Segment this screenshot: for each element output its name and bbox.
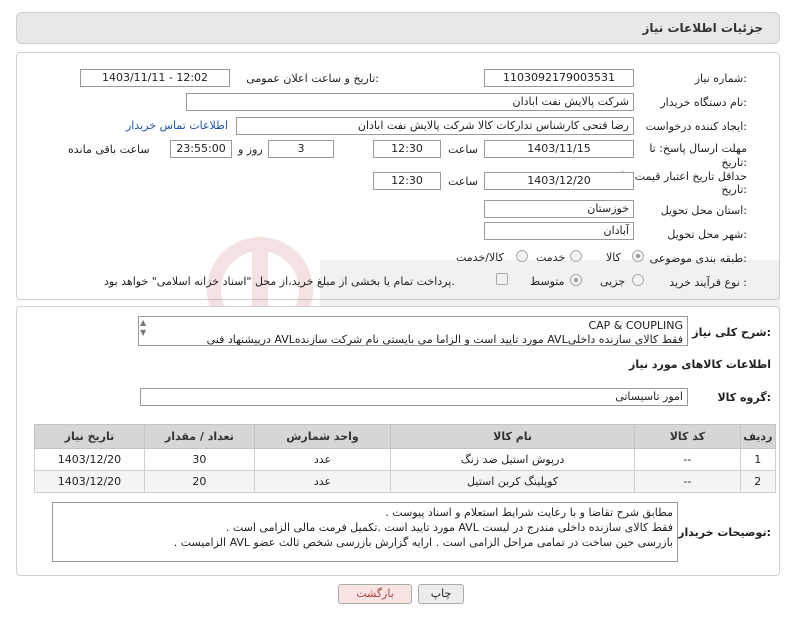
process-medium-radio[interactable] [570, 274, 582, 286]
col-row-header: ردیف [739, 424, 777, 449]
category-service-radio[interactable] [570, 250, 582, 262]
description-textarea[interactable]: CAP & COUPLING فقط کالای سازنده داخلیAVL… [138, 316, 688, 346]
province-label: استان محل تحویل: [660, 204, 747, 217]
category-service-label: خدمت [536, 251, 566, 264]
deadline-time-label: ساعت [448, 143, 478, 156]
category-label: طبقه بندی موضوعی: [649, 252, 747, 265]
days-remaining-field: 3 [268, 140, 334, 158]
buyer-notes-label: توضیحات خریدار: [678, 526, 771, 539]
table-row: 1 -- درپوش استیل ضد زنگ عدد 30 1403/12/2… [34, 448, 777, 471]
notes-line-2: فقط کالای سازنده داخلی مندرج در لیست AVL… [225, 521, 673, 534]
category-goods-label: کالا [606, 251, 621, 264]
table-header-row: ردیف کد کالا نام کالا واحد شمارش تعداد /… [34, 424, 777, 449]
cell-unit: عدد [253, 448, 392, 471]
creator-label: ایجاد کننده درخواست: [645, 120, 747, 133]
description-label: شرح کلی نیاز: [692, 326, 771, 339]
cell-code: -- [634, 448, 741, 471]
city-label: شهر محل تحویل: [667, 228, 747, 241]
category-goods-radio[interactable] [632, 250, 644, 262]
description-line-1: CAP & COUPLING [588, 319, 683, 332]
buyer-field: شرکت پالایش نفت ابادان [186, 93, 634, 111]
page-header: جزئیات اطلاعات نیاز [16, 12, 780, 44]
need-number-label: شماره نیاز: [694, 72, 747, 85]
cell-unit: عدد [253, 470, 392, 493]
table-row: 2 -- کوپلینگ کربن استیل عدد 20 1403/12/2… [34, 470, 777, 493]
back-button[interactable]: بازگشت [338, 584, 412, 604]
description-scroll-icon[interactable]: ▲ ▼ [140, 318, 152, 344]
cell-code: -- [634, 470, 741, 493]
validity-date-field: 1403/12/20 [484, 172, 634, 190]
creator-field: رضا فتحی کارشناس تدارکات کالا شرکت پالای… [236, 117, 634, 135]
remaining-label: ساعت باقی مانده [68, 143, 150, 156]
validity-time-field: 12:30 [373, 172, 441, 190]
col-code-header: کد کالا [634, 424, 741, 449]
buyer-notes-textarea[interactable]: مطابق شرح تقاضا و با رعایت شرایط استعلام… [52, 502, 678, 562]
remaining-time-field: 23:55:00 [170, 140, 232, 158]
notes-line-1: مطابق شرح تقاضا و با رعایت شرایط استعلام… [385, 506, 673, 519]
notes-line-3: بازرسی حین ساخت در تمامی مراحل الزامی اس… [173, 536, 673, 549]
cell-row: 1 [739, 448, 777, 471]
page-title: جزئیات اطلاعات نیاز [642, 21, 763, 35]
city-field: آبادان [484, 222, 634, 240]
buyer-contact-link[interactable]: اطلاعات تماس خریدار [126, 119, 228, 132]
need-number-field: 1103092179003531 [484, 69, 634, 87]
process-label: نوع فرآیند خرید : [669, 276, 747, 289]
col-name-header: نام کالا [390, 424, 636, 449]
cell-date: 1403/12/20 [34, 470, 145, 493]
process-partial-label: جزیی [600, 275, 626, 288]
days-label: روز و [238, 143, 263, 156]
treasury-payment-note: پرداخت تمام یا بخشی از مبلغ خرید،از محل … [104, 275, 455, 288]
col-qty-header: تعداد / مقدار [143, 424, 255, 449]
cell-name: کوپلینگ کربن استیل [390, 470, 636, 493]
category-both-label: کالا/خدمت [456, 251, 504, 264]
cell-qty: 30 [143, 448, 255, 471]
goods-group-field: امور تاسیساتی [140, 388, 688, 406]
cell-date: 1403/12/20 [34, 448, 145, 471]
cell-qty: 20 [143, 470, 255, 493]
cell-row: 2 [739, 470, 777, 493]
goods-table: ردیف کد کالا نام کالا واحد شمارش تعداد /… [34, 424, 777, 493]
validity-label-2: تاریخ: [721, 183, 747, 196]
category-both-radio[interactable] [516, 250, 528, 262]
treasury-payment-checkbox[interactable] [496, 273, 508, 285]
deadline-label-2: تاریخ: [721, 156, 747, 169]
deadline-label: مهلت ارسال پاسخ: تا [649, 142, 747, 155]
deadline-date-field: 1403/11/15 [484, 140, 634, 158]
buyer-label: نام دستگاه خریدار: [660, 96, 747, 109]
announce-field: 1403/11/11 - 12:02 [80, 69, 230, 87]
validity-label: حداقل تاریخ اعتبار قیمت: تا [621, 170, 747, 183]
col-unit-header: واحد شمارش [253, 424, 392, 449]
print-button[interactable]: چاپ [418, 584, 464, 604]
announce-label: تاریخ و ساعت اعلان عمومی: [246, 72, 379, 85]
goods-group-label: گروه کالا: [717, 391, 771, 404]
col-date-header: تاریخ نیاز [34, 424, 145, 449]
province-field: خوزستان [484, 200, 634, 218]
cell-name: درپوش استیل ضد زنگ [390, 448, 636, 471]
goods-info-heading: اطلاعات کالاهای مورد نیاز [629, 358, 771, 371]
validity-time-label: ساعت [448, 175, 478, 188]
deadline-time-field: 12:30 [373, 140, 441, 158]
description-line-2: فقط کالای سازنده داخلیAVL مورد تایید است… [206, 333, 683, 346]
process-partial-radio[interactable] [632, 274, 644, 286]
process-medium-label: متوسط [530, 275, 565, 288]
